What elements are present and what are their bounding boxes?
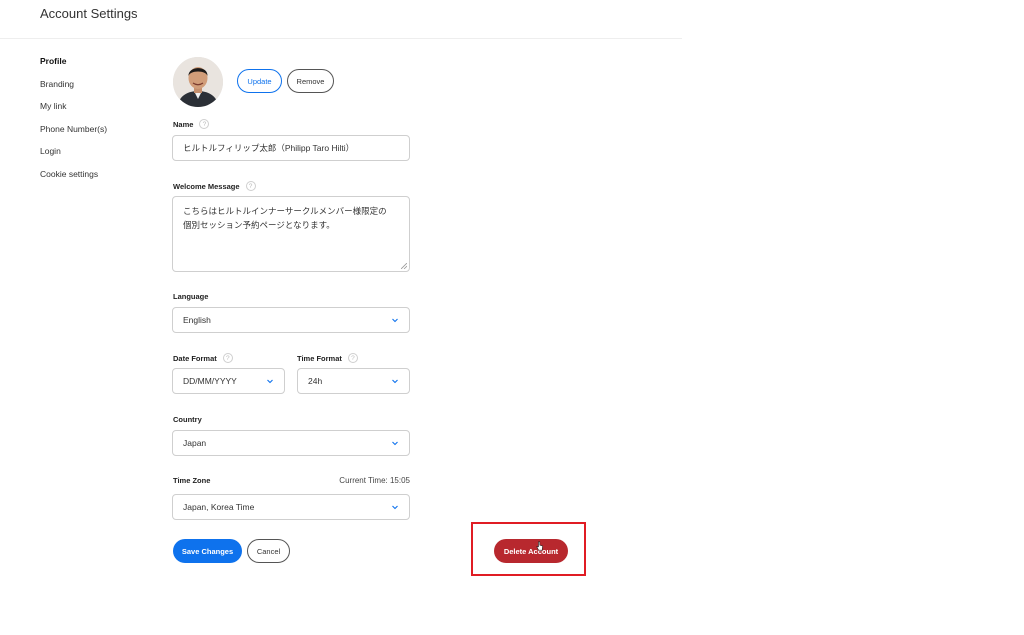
sidebar-item-branding[interactable]: Branding — [40, 79, 160, 102]
time-format-label-text: Time Format — [297, 353, 342, 363]
sidebar-item-profile[interactable]: Profile — [40, 56, 160, 79]
time-zone-select-value: Japan, Korea Time — [183, 502, 255, 512]
chevron-down-icon — [392, 505, 398, 510]
help-icon[interactable]: ? — [347, 353, 358, 363]
chevron-down-icon — [267, 379, 273, 384]
update-photo-button[interactable]: Update — [237, 69, 282, 93]
time-format-label: Time Format ? — [297, 353, 358, 363]
hand-cursor-icon — [536, 541, 543, 551]
sidebar-item-my-link[interactable]: My link — [40, 101, 160, 124]
chevron-down-icon — [392, 441, 398, 446]
name-input[interactable]: ヒルトルフィリップ太郎（Philipp Taro Hilti） — [172, 135, 410, 161]
sidebar: Profile Branding My link Phone Number(s)… — [40, 56, 160, 191]
country-select-value: Japan — [183, 438, 207, 448]
name-label: Name ? — [173, 119, 210, 129]
sidebar-item-cookie-settings[interactable]: Cookie settings — [40, 169, 160, 192]
remove-photo-button[interactable]: Remove — [287, 69, 334, 93]
welcome-message-line: 個別セッション予約ページとなります。 — [183, 220, 335, 230]
time-zone-label-text: Time Zone — [173, 476, 211, 485]
date-format-select-value: DD/MM/YYYY — [183, 376, 237, 386]
header-divider — [0, 38, 682, 39]
avatar — [173, 57, 223, 107]
chevron-down-icon — [392, 318, 398, 323]
sidebar-item-phone-numbers[interactable]: Phone Number(s) — [40, 124, 160, 147]
welcome-message-label-text: Welcome Message — [173, 181, 240, 191]
time-zone-label: Time Zone — [173, 476, 210, 485]
help-icon[interactable]: ? — [222, 353, 233, 363]
welcome-message-label: Welcome Message ? — [173, 181, 256, 191]
avatar-photo-icon — [173, 57, 223, 107]
language-label-text: Language — [173, 292, 209, 301]
country-select[interactable]: Japan — [172, 430, 410, 456]
sidebar-item-login[interactable]: Login — [40, 146, 160, 169]
language-select-value: English — [183, 315, 211, 325]
delete-account-button[interactable]: Delete Account — [494, 539, 568, 563]
cancel-button[interactable]: Cancel — [247, 539, 290, 563]
time-format-select-value: 24h — [308, 376, 323, 386]
country-label-text: Country — [173, 415, 202, 424]
language-select[interactable]: English — [172, 307, 410, 333]
current-time: Current Time: 15:05 — [339, 476, 410, 485]
help-icon[interactable]: ? — [245, 181, 256, 191]
save-changes-button[interactable]: Save Changes — [173, 539, 242, 563]
time-format-select[interactable]: 24h — [297, 368, 410, 394]
language-label: Language — [173, 292, 208, 301]
welcome-message-textarea[interactable]: こちらはヒルトルインナーサークルメンバー様限定の 個別セッション予約ページとなり… — [172, 196, 410, 272]
date-format-label-text: Date Format — [173, 353, 217, 363]
resize-handle-icon[interactable] — [401, 263, 407, 269]
date-format-select[interactable]: DD/MM/YYYY — [172, 368, 285, 394]
country-label: Country — [173, 415, 202, 424]
welcome-message-line: こちらはヒルトルインナーサークルメンバー様限定の — [183, 206, 387, 216]
name-label-text: Name — [173, 119, 194, 129]
page-title: Account Settings — [40, 6, 138, 21]
chevron-down-icon — [392, 379, 398, 384]
time-zone-select[interactable]: Japan, Korea Time — [172, 494, 410, 520]
date-format-label: Date Format ? — [173, 353, 233, 363]
help-icon[interactable]: ? — [199, 119, 210, 129]
name-input-value: ヒルトルフィリップ太郎（Philipp Taro Hilti） — [183, 143, 355, 153]
